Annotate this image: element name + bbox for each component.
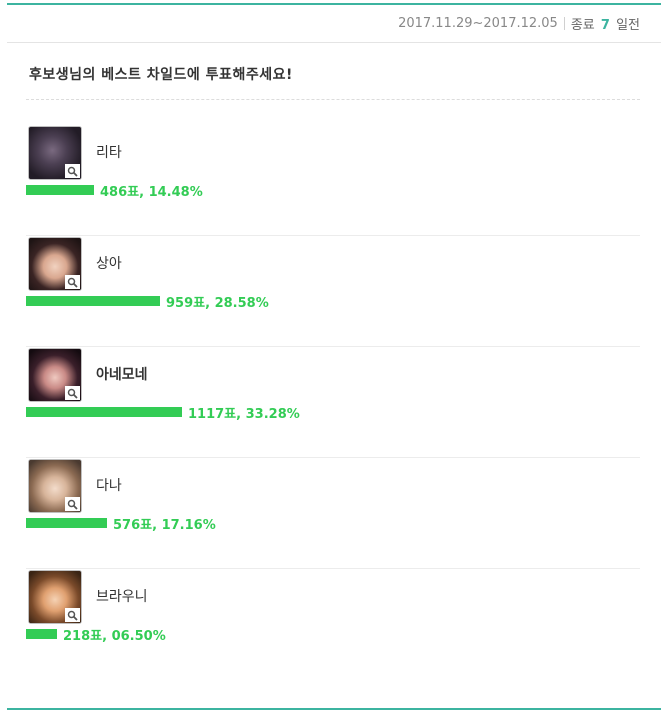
- zoom-icon[interactable]: [65, 275, 80, 289]
- candidate-avatar[interactable]: [28, 570, 82, 624]
- vote-bar: [26, 518, 107, 528]
- vote-count: 1117표: [188, 406, 237, 422]
- status-label: 종료: [570, 18, 595, 33]
- vote-bar: [26, 407, 182, 417]
- vote-percent: 14.48%: [148, 184, 203, 200]
- candidate-avatar[interactable]: [28, 237, 82, 291]
- vote-count: 486표: [100, 184, 140, 200]
- vote-percent: 33.28%: [245, 406, 300, 422]
- vote-count-text: 1117표, 33.28%: [188, 406, 300, 422]
- vote-result: 486표, 14.48%: [26, 182, 203, 200]
- vote-header: 2017.11.29~2017.12.05 종료 7 일전: [7, 5, 661, 43]
- days-suffix: 일전: [616, 18, 640, 33]
- zoom-icon[interactable]: [65, 497, 80, 511]
- candidate-item: 아네모네 1117표, 33.28%: [26, 346, 640, 458]
- candidate-avatar[interactable]: [28, 126, 82, 180]
- candidate-item: 상아 959표, 28.58%: [26, 235, 640, 347]
- candidate-name: 브라우니: [96, 589, 148, 605]
- vote-count: 959표: [166, 295, 206, 311]
- vote-bar: [26, 296, 160, 306]
- vote-count-text: 959표, 28.58%: [166, 295, 269, 311]
- vote-bar: [26, 185, 94, 195]
- candidate-avatar[interactable]: [28, 348, 82, 402]
- days-number: 7: [600, 18, 610, 33]
- vote-count: 576표: [113, 517, 153, 533]
- candidate-item: 다나 576표, 17.16%: [26, 457, 640, 569]
- vote-count: 218표: [63, 628, 103, 644]
- bottom-accent-rule: [7, 708, 661, 710]
- vote-result: 576표, 17.16%: [26, 515, 216, 533]
- vote-percent: 28.58%: [214, 295, 269, 311]
- candidate-avatar[interactable]: [28, 459, 82, 513]
- header-divider: [563, 17, 565, 30]
- candidate-item: 브라우니 218표, 06.50%: [26, 568, 640, 679]
- vote-count-text: 218표, 06.50%: [63, 628, 166, 644]
- candidate-name: 다나: [96, 478, 122, 494]
- vote-count-text: 576표, 17.16%: [113, 517, 216, 533]
- vote-percent: 06.50%: [111, 628, 166, 644]
- vote-result: 218표, 06.50%: [26, 626, 166, 644]
- vote-bar: [26, 629, 57, 639]
- zoom-icon[interactable]: [65, 386, 80, 400]
- vote-count-text: 486표, 14.48%: [100, 184, 203, 200]
- vote-status: 종료 7 일전: [571, 14, 640, 33]
- vote-period: 2017.11.29~2017.12.05: [398, 16, 558, 31]
- candidate-item: 리타 486표, 14.48%: [26, 124, 640, 236]
- title-divider: [26, 99, 640, 100]
- zoom-icon[interactable]: [65, 164, 80, 178]
- vote-percent: 17.16%: [161, 517, 216, 533]
- page-title: 후보생님의 베스트 차일드에 투표해주세요!: [29, 67, 293, 83]
- candidate-name: 아네모네: [96, 367, 148, 383]
- zoom-icon[interactable]: [65, 608, 80, 622]
- vote-result: 959표, 28.58%: [26, 293, 269, 311]
- candidate-name: 리타: [96, 145, 122, 161]
- candidate-name: 상아: [96, 256, 122, 272]
- vote-result: 1117표, 33.28%: [26, 404, 300, 422]
